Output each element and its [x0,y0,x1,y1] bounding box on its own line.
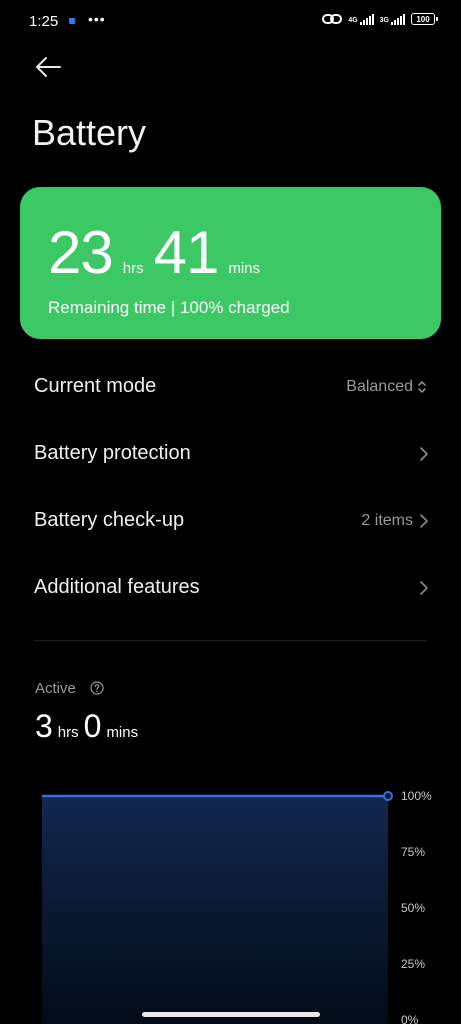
notification-app-icon [69,18,75,24]
checkup-count: 2 items [361,512,413,529]
status-icons: 4G 3G 100 [322,12,438,26]
minutes-unit: mins [228,260,261,277]
network-type-label: 4G [348,17,358,24]
item-label: Battery check-up [34,509,185,531]
more-notifications-icon: ••• [88,11,106,27]
back-arrow-icon[interactable] [33,55,63,79]
battery-checkup-item[interactable]: Battery check-up 2 items [0,487,461,554]
item-label: Additional features [34,576,200,598]
remaining-time: 23 hrs 41 mins [48,223,270,283]
remaining-subtitle: Remaining time | 100% charged [48,298,290,317]
additional-features-item[interactable]: Additional features [0,554,461,621]
hours-unit: hrs [122,260,144,277]
y-tick-label: 100% [401,789,432,803]
settings-list: Current mode Balanced Battery protection… [0,353,461,621]
remaining-minutes: 41 [153,219,220,286]
chart-area [42,796,388,1024]
y-tick-label: 50% [401,901,425,915]
status-bar: 1:25 ••• 4G 3G 100 [0,0,461,44]
current-mode-value: Balanced [346,378,413,395]
signal-icon [359,13,374,25]
current-mode-item[interactable]: Current mode Balanced [0,353,461,420]
help-icon[interactable] [90,681,104,695]
active-label: Active [35,680,76,697]
battery-time-card: 23 hrs 41 mins Remaining time | 100% cha… [20,187,441,339]
chart-y-ticks: 100% 75% 50% 25% 0% [401,789,432,1024]
y-tick-label: 25% [401,957,425,971]
chevron-right-icon [420,514,428,528]
remaining-hours: 23 [48,219,114,286]
status-time: 1:25 [29,13,59,30]
y-tick-label: 75% [401,845,425,859]
section-divider [34,640,427,641]
chevron-right-icon [420,447,428,461]
item-label: Current mode [34,375,157,397]
link-icon [322,14,343,24]
battery-level-chart: 100% 75% 50% 25% 0% [42,789,432,1024]
chart-points [383,791,393,801]
battery-icon: 100 [411,13,438,25]
y-tick-label: 0% [401,1013,419,1024]
active-minutes-unit: mins [106,724,139,741]
item-label: Battery protection [34,442,191,464]
active-hours: 3 [35,708,53,744]
home-indicator[interactable] [142,1012,320,1017]
active-minutes: 0 [83,708,102,744]
page-title: Battery [32,112,147,153]
updown-chevron-icon [418,381,426,393]
signal-sim2: 3G [380,13,405,25]
data-point [383,791,393,801]
network-type-label: 3G [379,17,389,24]
active-hours-unit: hrs [57,724,79,741]
chevron-right-icon [420,581,428,595]
signal-sim1: 4G [348,13,374,25]
battery-level-text: 100 [416,14,430,24]
battery-protection-item[interactable]: Battery protection [0,420,461,487]
signal-icon [391,13,405,25]
active-time: 3 hrs 0 mins [35,710,143,742]
